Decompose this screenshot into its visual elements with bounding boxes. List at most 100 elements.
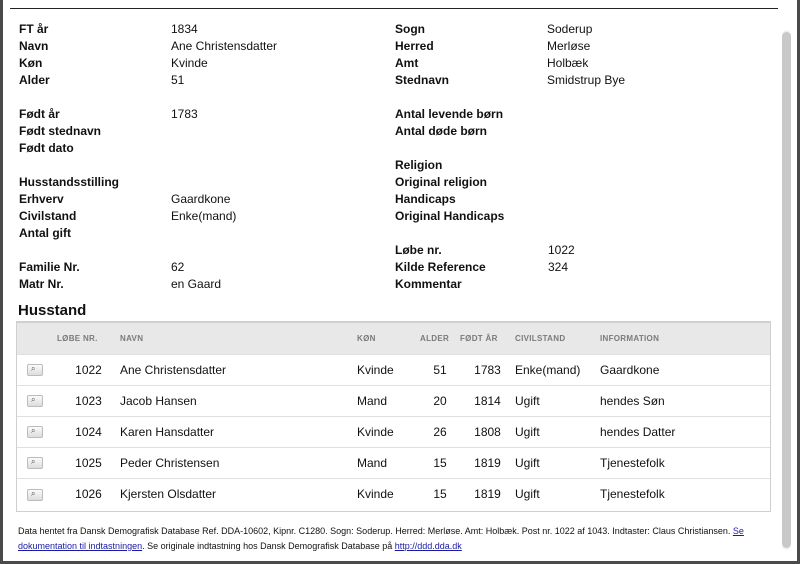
cell-loebe-nr: 1026 xyxy=(75,486,102,501)
label-antal-levende-boern: Antal levende børn xyxy=(395,107,504,121)
cell-foedt-aar: 1819 xyxy=(474,455,501,470)
col-header-navn: NAVN xyxy=(120,333,144,343)
label-foedt-aar: Født år xyxy=(19,107,60,121)
household-table-container: LØBE NR. NAVN KØN ALDER FØDT ÅR CIVILSTA… xyxy=(16,321,771,512)
value-civilstand: Enke(mand) xyxy=(171,209,237,223)
scrollbar-thumb[interactable] xyxy=(782,32,791,548)
household-table: LØBE NR. NAVN KØN ALDER FØDT ÅR CIVILSTA… xyxy=(17,323,770,509)
label-erhverv: Erhverv xyxy=(19,192,64,206)
label-matr-nr: Matr Nr. xyxy=(19,277,64,291)
cell-alder: 20 xyxy=(433,393,447,408)
magnifier-icon: ⌕ xyxy=(31,457,36,467)
value-familie-nr: 62 xyxy=(171,260,185,274)
value-loebe-nr: 1022 xyxy=(548,243,575,257)
label-alder: Alder xyxy=(19,73,50,87)
label-kommentar: Kommentar xyxy=(395,277,462,291)
cell-loebe-nr: 1022 xyxy=(75,362,102,377)
value-erhverv: Gaardkone xyxy=(171,192,231,206)
label-civilstand: Civilstand xyxy=(19,209,77,223)
value-kilde-reference: 324 xyxy=(548,260,569,274)
col-header-foedt-aar: FØDT ÅR xyxy=(460,333,498,343)
cell-civilstand: Ugift xyxy=(515,486,540,501)
cell-koen: Mand xyxy=(357,393,388,408)
label-ft-aar: FT år xyxy=(19,22,49,36)
cell-information: hendes Søn xyxy=(600,393,665,408)
ddd-link[interactable]: http://ddd.dda.dk xyxy=(395,541,462,551)
cell-alder: 26 xyxy=(433,424,447,439)
label-handicaps: Handicaps xyxy=(395,192,456,206)
label-navn: Navn xyxy=(19,39,49,53)
cell-koen: Kvinde xyxy=(357,486,394,501)
cell-information: Tjenestefolk xyxy=(600,455,665,470)
cell-alder: 51 xyxy=(433,362,447,377)
footer-text-2: . Se originale indtastning hos Dansk Dem… xyxy=(142,541,395,551)
row-view-cell: ⌕ xyxy=(17,447,57,478)
table-header-row: LØBE NR. NAVN KØN ALDER FØDT ÅR CIVILSTA… xyxy=(17,323,770,354)
view-details-button[interactable]: ⌕ xyxy=(27,364,43,377)
view-details-button[interactable]: ⌕ xyxy=(27,457,43,470)
magnifier-icon: ⌕ xyxy=(31,364,36,374)
cell-koen: Kvinde xyxy=(357,424,394,439)
value-navn: Ane Christensdatter xyxy=(171,39,278,53)
value-amt: Holbæk xyxy=(547,56,589,70)
view-details-button[interactable]: ⌕ xyxy=(27,395,43,408)
window-frame-left xyxy=(0,0,3,564)
label-husstandsstilling: Husstandsstilling xyxy=(19,175,120,189)
label-kilde-reference: Kilde Reference xyxy=(395,260,486,274)
row-view-cell: ⌕ xyxy=(17,416,57,447)
col-header-koen: KØN xyxy=(357,333,376,343)
cell-koen: Mand xyxy=(357,455,388,470)
magnifier-icon: ⌕ xyxy=(31,395,36,405)
label-herred: Herred xyxy=(395,39,434,53)
household-title: Husstand xyxy=(18,302,87,319)
vertical-scrollbar[interactable] xyxy=(780,30,792,550)
cell-civilstand: Ugift xyxy=(515,455,540,470)
cell-foedt-aar: 1814 xyxy=(474,393,501,408)
value-stednavn: Smidstrup Bye xyxy=(547,73,626,87)
label-sogn: Sogn xyxy=(395,22,425,36)
view-details-button[interactable]: ⌕ xyxy=(27,488,43,501)
label-koen: Køn xyxy=(19,56,43,70)
table-row: ⌕ 1025 Peder Christensen Mand 15 1819 Ugift Tje… xyxy=(17,447,770,478)
cell-navn: Ane Christensdatter xyxy=(120,362,227,377)
footer-text-1: Data hentet fra Dansk Demografisk Databa… xyxy=(18,526,733,536)
magnifier-icon: ⌕ xyxy=(31,426,36,436)
label-original-religion: Original religion xyxy=(395,175,488,189)
cell-information: hendes Datter xyxy=(600,424,676,439)
label-familie-nr: Familie Nr. xyxy=(19,260,80,274)
cell-loebe-nr: 1023 xyxy=(75,393,102,408)
value-herred: Merløse xyxy=(547,39,591,53)
col-header-alder: ALDER xyxy=(420,333,450,343)
col-header-information: INFORMATION xyxy=(600,333,660,343)
table-row: ⌕ 1024 Karen Hansdatter Kvinde 26 1808 Ugift he… xyxy=(17,416,770,447)
magnifier-icon: ⌕ xyxy=(31,488,36,498)
col-header-icon xyxy=(17,323,57,354)
col-header-loebe-nr: LØBE NR. xyxy=(57,333,98,343)
value-koen: Kvinde xyxy=(171,56,208,70)
label-foedt-dato: Født dato xyxy=(19,141,74,155)
row-view-cell: ⌕ xyxy=(17,354,57,385)
table-row: ⌕ 1026 Kjersten Olsdatter Kvinde 15 1819 Ugift… xyxy=(17,478,770,509)
label-antal-doede-boern: Antal døde børn xyxy=(395,124,487,138)
cell-navn: Jacob Hansen xyxy=(120,393,197,408)
cell-foedt-aar: 1819 xyxy=(474,486,501,501)
cell-alder: 15 xyxy=(433,455,447,470)
cell-koen: Kvinde xyxy=(357,362,394,377)
cell-civilstand: Enke(mand) xyxy=(515,362,581,377)
top-divider xyxy=(10,8,778,9)
cell-foedt-aar: 1808 xyxy=(474,424,501,439)
value-ft-aar: 1834 xyxy=(171,22,198,36)
value-alder: 51 xyxy=(171,73,185,87)
cell-alder: 15 xyxy=(433,486,447,501)
table-row: ⌕ 1023 Jacob Hansen Mand 20 1814 Ugift hendes S… xyxy=(17,385,770,416)
cell-loebe-nr: 1024 xyxy=(75,424,102,439)
row-view-cell: ⌕ xyxy=(17,385,57,416)
value-matr-nr: en Gaard xyxy=(171,277,222,291)
label-stednavn: Stednavn xyxy=(395,73,450,87)
label-loebe-nr: Løbe nr. xyxy=(395,243,442,257)
view-details-button[interactable]: ⌕ xyxy=(27,426,43,439)
cell-foedt-aar: 1783 xyxy=(474,362,501,377)
cell-navn: Peder Christensen xyxy=(120,455,220,470)
cell-civilstand: Ugift xyxy=(515,424,540,439)
row-view-cell: ⌕ xyxy=(17,478,57,509)
